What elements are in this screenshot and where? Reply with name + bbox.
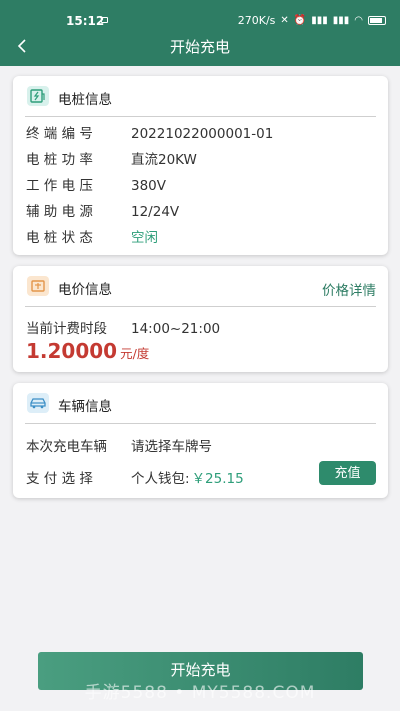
- price-period-label: 当前计费时段: [26, 321, 107, 337]
- wifi-icon: ◠: [354, 14, 363, 26]
- vehicle-label: 本次充电车辆: [26, 439, 107, 455]
- status-bar: 15:12 270K/s ✕ ⏰ ▮▮▮ ▮▮▮ ◠: [0, 8, 400, 34]
- price-period-value: 14:00~21:00: [131, 321, 221, 337]
- notification-icon: [101, 17, 108, 23]
- net-speed: 270K/s: [237, 14, 276, 27]
- price-detail-link[interactable]: 价格详情: [322, 279, 376, 299]
- car-icon: [27, 393, 49, 413]
- status-right: 270K/s ✕ ⏰ ▮▮▮ ▮▮▮ ◠: [238, 14, 386, 27]
- battery-icon: [368, 16, 386, 25]
- pile-info-card: 电桩信息 终 端 编 号 20221022000001-01 电 桩 功 率直流2…: [13, 76, 388, 255]
- price-info-header: 电价信息 价格详情: [13, 266, 388, 307]
- price-value-row: 1.20000 元/度: [26, 339, 149, 363]
- recharge-button[interactable]: 充值: [319, 461, 376, 485]
- price-info-card: 电价信息 价格详情 当前计费时段 14:00~21:00 1.20000 元/度: [13, 266, 388, 372]
- price-tag-icon: [27, 276, 49, 296]
- wallet-balance: ￥25.15: [191, 471, 244, 487]
- wallet-label: 个人钱包:: [131, 471, 190, 487]
- status-badge: 空闲: [131, 230, 158, 246]
- status-time: 15:12: [66, 14, 105, 28]
- price-period-row: 当前计费时段 14:00~21:00: [26, 317, 220, 337]
- payment-label: 支 付 选 择: [26, 471, 93, 487]
- vehicle-info-card: 车辆信息 本次充电车辆 请选择车牌号 支 付 选 择 个人钱包: ￥25.15 充值: [13, 383, 388, 498]
- vehicle-info-header: 车辆信息: [13, 383, 388, 424]
- pile-info-header: 电桩信息: [13, 76, 388, 117]
- pile-info-title: 电桩信息: [58, 92, 112, 108]
- pile-row-power: 电 桩 功 率直流20KW: [26, 152, 197, 168]
- mute-icon: ✕: [280, 14, 289, 26]
- app-header: 15:12 270K/s ✕ ⏰ ▮▮▮ ▮▮▮ ◠ 开始充电: [0, 0, 400, 66]
- pile-row-voltage: 工 作 电 压 380V: [26, 178, 167, 194]
- vehicle-info-title: 车辆信息: [58, 399, 112, 415]
- vehicle-select-row[interactable]: 本次充电车辆 请选择车牌号: [26, 435, 212, 455]
- signal-icon: ▮▮▮: [311, 14, 328, 26]
- price-unit: 元/度: [120, 346, 150, 361]
- pile-row-terminal: 终 端 编 号 20221022000001-01: [26, 126, 274, 142]
- price-info-title: 电价信息: [58, 282, 112, 298]
- watermark: 手游5588 • MY5588.COM: [84, 683, 316, 703]
- vehicle-plate-select[interactable]: 请选择车牌号: [131, 435, 212, 455]
- page-title: 开始充电: [169, 38, 230, 56]
- pile-row-aux-power: 辅 助 电 源 12/24V: [26, 204, 180, 220]
- pile-row-status: 电 桩 状 态空闲: [26, 226, 158, 246]
- signal-2-icon: ▮▮▮: [332, 14, 350, 26]
- charging-pile-icon: [27, 86, 49, 106]
- price-value: 1.20000: [26, 339, 118, 363]
- alarm-icon: ⏰: [293, 14, 307, 26]
- payment-row: 支 付 选 择 个人钱包: ￥25.15: [26, 467, 244, 487]
